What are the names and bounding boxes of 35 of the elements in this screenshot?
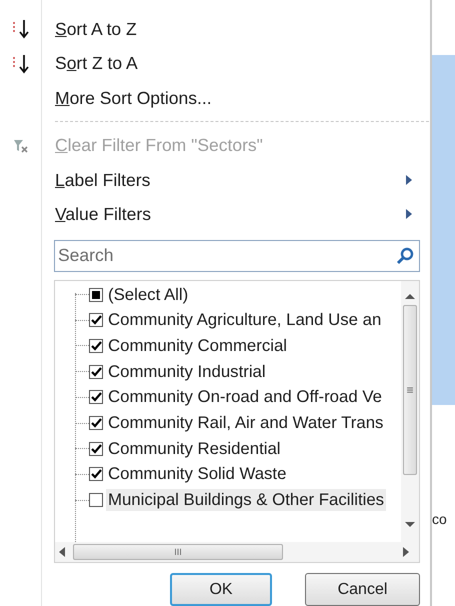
list-item[interactable]: Community On-road and Off-road Ve (106, 386, 384, 408)
list-item[interactable]: Community Agriculture, Land Use an (106, 309, 384, 332)
list-item[interactable]: Community Solid Waste (106, 463, 288, 486)
search-field[interactable]: Search (54, 240, 420, 272)
search-icon (396, 246, 414, 265)
menu-item[interactable]: Label Filters (42, 170, 406, 191)
menu-item[interactable]: More Sort Options... (42, 88, 430, 109)
menu-item[interactable]: Value Filters (42, 204, 406, 225)
menu-item[interactable]: Sort A to Z (42, 18, 430, 40)
checkbox[interactable] (89, 493, 103, 508)
list-item[interactable]: (Select All) (106, 284, 190, 306)
cell-text: co (432, 511, 447, 527)
clear-filter-icon (13, 138, 29, 154)
list-item[interactable]: Community Commercial (106, 334, 290, 357)
list-item[interactable]: Community Residential (106, 438, 283, 460)
list-item[interactable]: Community Rail, Air and Water Trans (106, 412, 386, 434)
checkbox[interactable] (89, 338, 103, 353)
scroll-left-icon[interactable] (59, 547, 65, 558)
scroll-right-icon[interactable] (403, 547, 409, 558)
scroll-up-icon[interactable] (405, 292, 415, 299)
checkbox[interactable] (89, 390, 103, 404)
scroll-down-icon[interactable] (405, 522, 415, 528)
checkbox[interactable] (89, 288, 103, 302)
cancel-button[interactable]: Cancel (305, 573, 420, 606)
checkbox[interactable] (89, 467, 103, 482)
ok-button[interactable]: OK (170, 573, 272, 606)
scroll-thumb[interactable]: ≡ (403, 304, 417, 475)
checkbox[interactable] (89, 313, 103, 328)
scroll-thumb[interactable]: III (73, 544, 283, 560)
list-item[interactable]: Municipal Buildings & Other Facilities (106, 489, 386, 512)
checkbox[interactable] (89, 364, 103, 379)
menu-item[interactable]: Sort Z to A (42, 53, 430, 74)
checkbox[interactable] (89, 416, 103, 430)
list-item[interactable]: Community Industrial (106, 360, 268, 383)
checkbox[interactable] (89, 442, 103, 456)
